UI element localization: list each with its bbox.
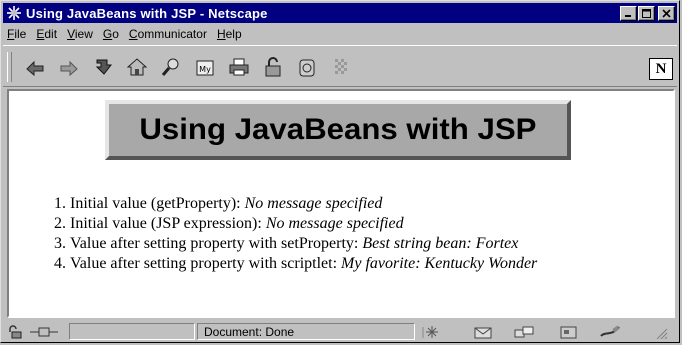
progress-bar [69, 323, 195, 340]
toolbar-grip[interactable] [7, 52, 12, 82]
resize-grip-icon [656, 328, 668, 339]
heading-box: Using JavaBeans with JSP [105, 100, 571, 160]
component-bar-navigator[interactable] [421, 324, 443, 340]
results-list: Initial value (getProperty): No message … [26, 194, 537, 274]
list-item-value: My favorite: Kentucky Wonder [341, 255, 538, 272]
menu-help[interactable]: Help [217, 27, 242, 41]
list-item: Value after setting property with script… [70, 254, 537, 274]
list-item-label: Initial value (getProperty): [70, 195, 245, 212]
print-icon [229, 58, 249, 76]
stop-icon [335, 59, 347, 74]
connection-icon [30, 327, 58, 337]
back-icon [26, 60, 44, 77]
navigation-toolbar: My N [3, 45, 677, 87]
component-bar-address-book[interactable] [559, 324, 579, 340]
search-button[interactable] [157, 54, 185, 80]
list-item-value: Best string bean: Fortex [362, 235, 519, 252]
back-button[interactable] [21, 54, 49, 80]
list-item-label: Initial value (JSP expression): [70, 215, 266, 232]
address-book-icon [560, 326, 577, 339]
menu-edit[interactable]: Edit [36, 27, 57, 41]
minimize-icon [625, 14, 631, 17]
mail-icon [474, 327, 492, 339]
window-title: Using JavaBeans with JSP - Netscape [26, 5, 268, 21]
maximize-icon [642, 8, 651, 18]
my-netscape-text: My [199, 65, 211, 74]
search-icon [161, 58, 179, 76]
component-bar-composer[interactable] [599, 324, 623, 340]
component-bar-newsgroups[interactable] [513, 324, 537, 340]
close-button[interactable] [658, 5, 675, 21]
forward-button[interactable] [55, 54, 83, 80]
menu-view[interactable]: View [67, 27, 93, 41]
security-button[interactable] [259, 54, 287, 80]
maximize-button[interactable] [638, 5, 655, 21]
composer-icon [600, 325, 620, 337]
minimize-button[interactable] [620, 5, 637, 21]
netscape-logo[interactable]: N [649, 58, 673, 80]
list-item: Value after setting property with setPro… [70, 234, 537, 254]
lock-icon [9, 325, 22, 339]
list-item-value: No message specified [244, 195, 383, 212]
home-button[interactable] [123, 54, 151, 80]
page-content: Using JavaBeans with JSP Initial value (… [7, 89, 675, 318]
stop-button[interactable] [327, 54, 355, 80]
status-text: Document: Done [204, 324, 295, 339]
resize-grip[interactable] [653, 324, 669, 340]
list-item-value: No message specified [265, 215, 404, 232]
title-bar[interactable]: Using JavaBeans with JSP - Netscape [3, 3, 677, 23]
component-bar-mail[interactable] [473, 324, 495, 340]
security-icon [265, 57, 281, 77]
menu-file[interactable]: File [7, 27, 26, 41]
navigator-icon [422, 326, 438, 338]
status-text-cell: Document: Done [197, 323, 415, 340]
list-item-label: Value after setting property with script… [70, 255, 342, 272]
menu-bar: File Edit View Go Communicator Help [3, 25, 677, 43]
list-item-label: Value after setting property with setPro… [70, 235, 363, 252]
shop-button[interactable] [293, 54, 321, 80]
menu-communicator[interactable]: Communicator [129, 27, 207, 41]
status-bar: Document: Done [3, 321, 677, 341]
reload-icon [95, 59, 113, 75]
my-netscape-icon: My [196, 60, 214, 76]
newsgroups-icon [514, 326, 534, 338]
page-heading: Using JavaBeans with JSP [139, 113, 537, 146]
reload-button[interactable] [89, 54, 117, 80]
forward-icon [60, 60, 78, 77]
shop-icon [299, 59, 315, 77]
my-netscape-button[interactable]: My [191, 54, 219, 80]
connection-status[interactable] [29, 324, 59, 340]
browser-window: Using JavaBeans with JSP - Netscape File… [0, 0, 680, 343]
security-lock-status[interactable] [7, 324, 25, 340]
close-icon [662, 8, 671, 18]
netscape-app-icon [7, 6, 21, 20]
list-item: Initial value (getProperty): No message … [70, 194, 537, 214]
list-item: Initial value (JSP expression): No messa… [70, 214, 537, 234]
menu-go[interactable]: Go [103, 27, 119, 41]
print-button[interactable] [225, 54, 253, 80]
home-icon [126, 58, 148, 76]
